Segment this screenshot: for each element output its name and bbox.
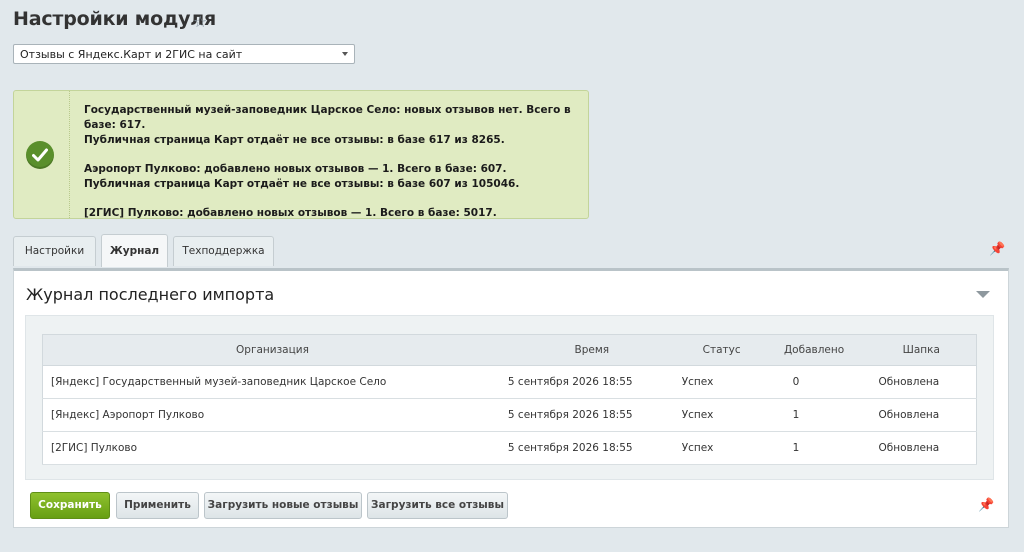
cell-header: Обновлена bbox=[866, 431, 977, 465]
cell-organization: [Яндекс] Государственный музей-заповедни… bbox=[42, 365, 502, 399]
notice-line: Публичная страница Карт отдаёт не все от… bbox=[84, 134, 505, 146]
table-row: [Яндекс] Государственный музей-заповедни… bbox=[42, 365, 977, 399]
star-icon[interactable]: ☆ bbox=[193, 12, 207, 32]
cell-status: Успех bbox=[681, 398, 762, 432]
cell-time: 5 сентября 2026 18:55 bbox=[501, 398, 682, 432]
pin-icon[interactable]: 📌 bbox=[989, 241, 1005, 257]
notice-divider bbox=[69, 91, 70, 218]
journal-panel: Журнал последнего импорта Организация Вр… bbox=[13, 268, 1009, 528]
chevron-down-icon bbox=[342, 52, 348, 56]
cell-header: Обновлена bbox=[866, 365, 977, 399]
cell-added: 1 bbox=[761, 398, 867, 432]
table-header-row: Организация Время Статус Добавлено Шапка bbox=[42, 334, 977, 366]
column-header: Шапка bbox=[866, 334, 977, 366]
notice-line: Публичная страница Карт отдаёт не все от… bbox=[84, 178, 520, 190]
column-header: Статус bbox=[681, 334, 762, 366]
apply-button[interactable]: Применить bbox=[116, 492, 199, 519]
cell-time: 5 сентября 2026 18:55 bbox=[501, 365, 682, 399]
cell-added: 0 bbox=[761, 365, 867, 399]
module-select-value: Отзывы с Яндекс.Карт и 2ГИС на сайт bbox=[20, 48, 243, 61]
load-new-reviews-button[interactable]: Загрузить новые отзывы bbox=[204, 492, 362, 519]
tab-support[interactable]: Техподдержка bbox=[173, 236, 274, 266]
tab-settings[interactable]: Настройки bbox=[13, 236, 96, 266]
module-select[interactable]: Отзывы с Яндекс.Карт и 2ГИС на сайт bbox=[13, 44, 355, 64]
notice-line: Аэропорт Пулково: добавлено новых отзыво… bbox=[84, 163, 507, 175]
tab-journal[interactable]: Журнал bbox=[101, 234, 168, 267]
check-icon bbox=[26, 141, 54, 169]
table-frame: Организация Время Статус Добавлено Шапка… bbox=[25, 315, 994, 480]
notice-line: Государственный музей-заповедник Царское… bbox=[84, 104, 571, 131]
notice-line: [2ГИС] Пулково: добавлено новых отзывов … bbox=[84, 207, 497, 219]
table-row: [Яндекс] Аэропорт Пулково 5 сентября 202… bbox=[42, 398, 977, 432]
column-header: Организация bbox=[42, 334, 502, 366]
cell-header: Обновлена bbox=[866, 398, 977, 432]
column-header: Время bbox=[501, 334, 682, 366]
pin-icon[interactable]: 📌 bbox=[978, 497, 994, 513]
cell-organization: [Яндекс] Аэропорт Пулково bbox=[42, 398, 502, 432]
success-notice: Государственный музей-заповедник Царское… bbox=[13, 90, 589, 219]
cell-added: 1 bbox=[761, 431, 867, 465]
cell-time: 5 сентября 2026 18:55 bbox=[501, 431, 682, 465]
cell-organization: [2ГИС] Пулково bbox=[42, 431, 502, 465]
notice-text: Государственный музей-заповедник Царское… bbox=[84, 103, 584, 221]
collapse-icon[interactable] bbox=[976, 291, 990, 298]
panel-title: Журнал последнего импорта bbox=[26, 285, 275, 304]
page-title: Настройки модуля bbox=[13, 8, 217, 30]
cell-status: Успех bbox=[681, 365, 762, 399]
cell-status: Успех bbox=[681, 431, 762, 465]
import-log-table: Организация Время Статус Добавлено Шапка… bbox=[42, 334, 977, 465]
table-row: [2ГИС] Пулково 5 сентября 2026 18:55 Усп… bbox=[42, 431, 977, 465]
save-button[interactable]: Сохранить bbox=[30, 492, 110, 519]
column-header: Добавлено bbox=[761, 334, 867, 366]
load-all-reviews-button[interactable]: Загрузить все отзывы bbox=[367, 492, 508, 519]
